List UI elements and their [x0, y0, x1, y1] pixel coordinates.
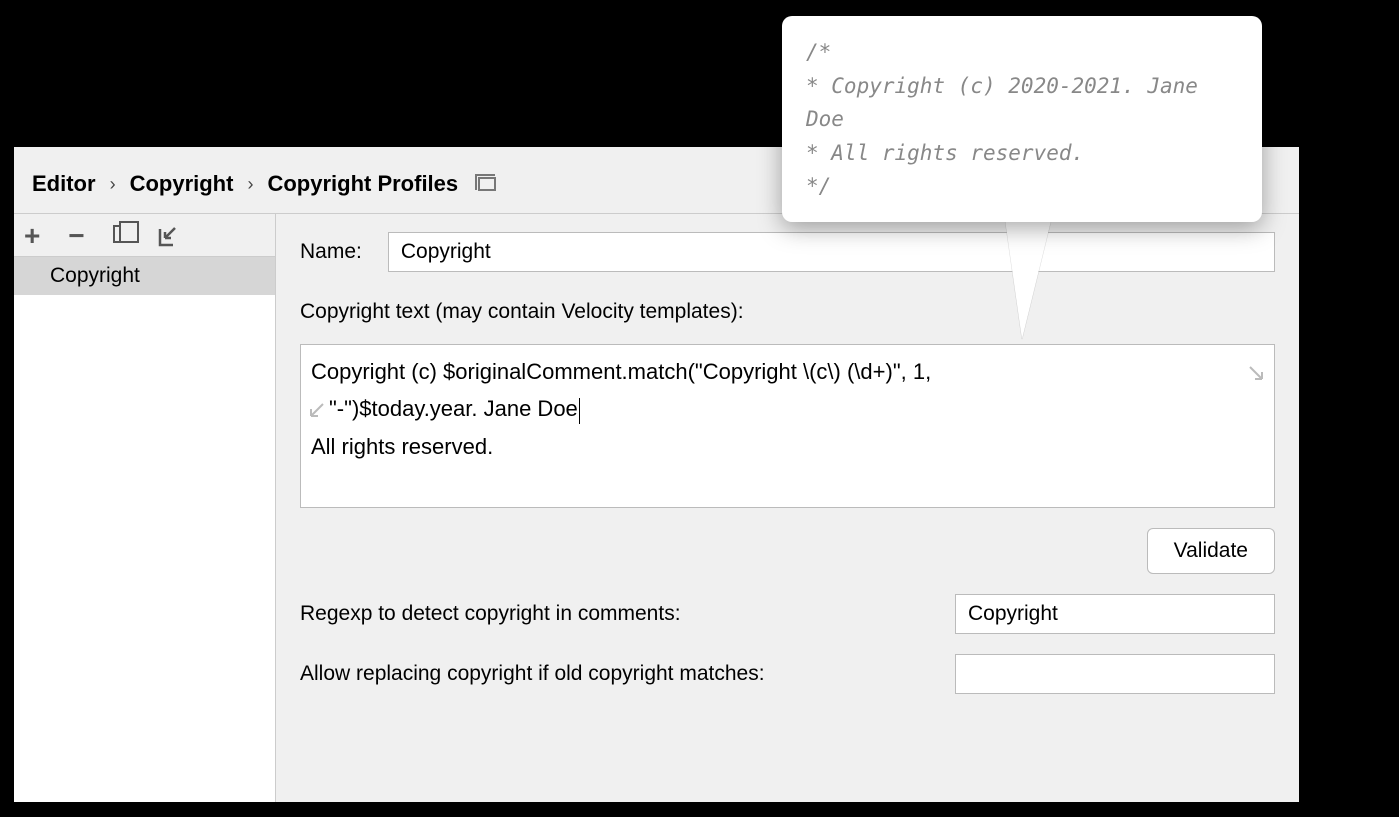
copyright-text-input[interactable]: Copyright (c) $originalComment.match("Co… [300, 344, 1275, 508]
profiles-list: Copyright [14, 257, 275, 802]
regexp-label: Regexp to detect copyright in comments: [300, 602, 681, 626]
copyright-text-label: Copyright text (may contain Velocity tem… [300, 300, 1275, 324]
tooltip-line: * Copyright (c) 2020-2021. Jane Doe [806, 70, 1238, 137]
regexp-row: Regexp to detect copyright in comments: [300, 594, 1275, 634]
remove-button[interactable] [68, 222, 84, 250]
import-icon [157, 226, 179, 248]
chevron-right-icon: › [110, 174, 116, 195]
wrap-up-icon [307, 394, 325, 431]
settings-panel: Editor › Copyright › Copyright Profiles … [14, 147, 1299, 802]
allow-replace-label: Allow replacing copyright if old copyrig… [300, 662, 765, 686]
name-row: Name: [300, 232, 1275, 272]
preview-tooltip: /* * Copyright (c) 2020-2021. Jane Doe *… [782, 16, 1262, 222]
copy-icon [113, 225, 129, 243]
profiles-toolbar [14, 214, 275, 257]
chevron-right-icon: › [247, 174, 253, 195]
breadcrumb-item-editor[interactable]: Editor [32, 171, 96, 197]
regexp-input[interactable] [955, 594, 1275, 634]
allow-replace-row: Allow replacing copyright if old copyrig… [300, 654, 1275, 694]
copyright-text-wrap: Copyright (c) $originalComment.match("Co… [300, 344, 1275, 508]
tooltip-line: /* [806, 36, 1238, 70]
breadcrumb-item-copyright-profiles[interactable]: Copyright Profiles [267, 171, 458, 197]
profiles-sidebar: Copyright [14, 214, 276, 802]
import-button[interactable] [157, 226, 177, 246]
add-button[interactable] [24, 222, 40, 250]
panel-body: Copyright Name: Copyright text (may cont… [14, 213, 1299, 802]
profile-form: Name: Copyright text (may contain Veloci… [276, 214, 1299, 802]
breadcrumb-item-copyright[interactable]: Copyright [130, 171, 234, 197]
tooltip-line: * All rights reserved. [806, 137, 1238, 171]
tooltip-line: */ [806, 170, 1238, 204]
profile-item-copyright[interactable]: Copyright [14, 257, 275, 295]
name-input[interactable] [388, 232, 1275, 272]
validate-row: Validate [300, 528, 1275, 574]
name-label: Name: [300, 240, 362, 264]
wrap-down-icon [1248, 357, 1266, 394]
window-icon [478, 177, 496, 191]
validate-button[interactable]: Validate [1147, 528, 1275, 574]
text-cursor [579, 398, 580, 424]
allow-replace-input[interactable] [955, 654, 1275, 694]
copy-button[interactable] [113, 224, 129, 248]
